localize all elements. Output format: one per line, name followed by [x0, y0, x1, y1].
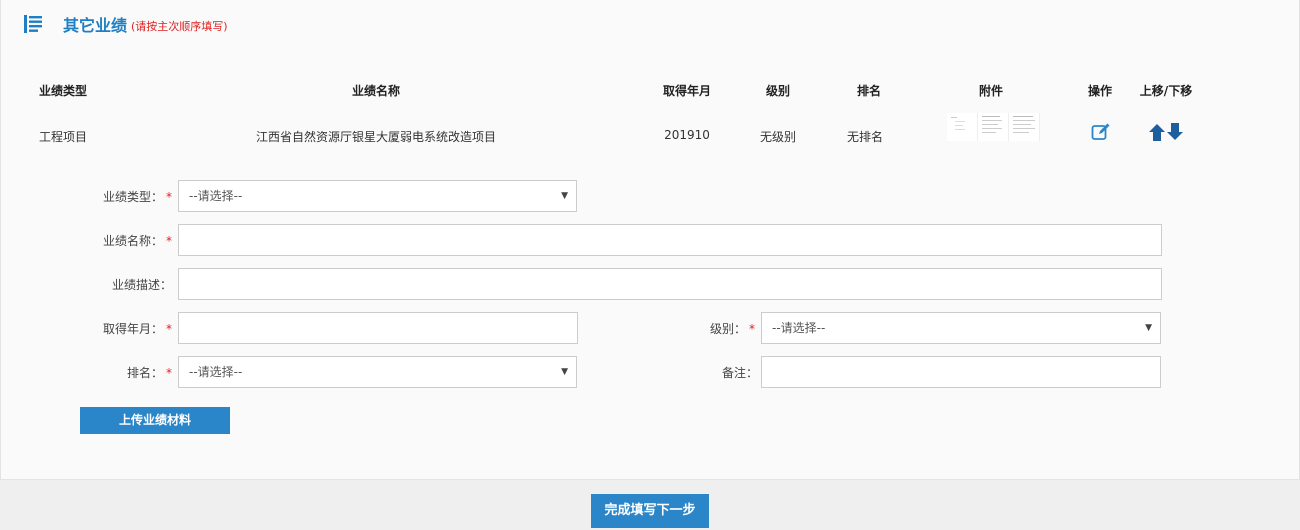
arrow-down-icon[interactable] — [1166, 121, 1184, 143]
attachment-thumbnails — [947, 113, 1040, 141]
row-rank: 无排名 — [846, 130, 884, 144]
dropdown-caret-icon: ▼ — [561, 191, 568, 201]
rank-label: 排名： * — [126, 366, 172, 380]
other-achievements-panel: 其它业绩 (请按主次顺序填写) 业绩类型 业绩名称 取得年月 级别 排名 附件 … — [0, 0, 1300, 480]
column-header-name: 业绩名称 — [351, 84, 401, 98]
date-label: 取得年月： * — [102, 322, 172, 336]
upload-materials-button[interactable]: 上传业绩材料 — [80, 407, 230, 434]
description-label: 业绩描述： — [111, 278, 172, 292]
move-buttons — [1148, 121, 1184, 143]
document-thumbnail[interactable] — [947, 113, 978, 141]
complete-next-button[interactable]: 完成填写下一步 — [591, 494, 709, 528]
dropdown-caret-icon: ▼ — [561, 367, 568, 377]
description-input[interactable] — [178, 268, 1162, 300]
column-header-attachment: 附件 — [978, 84, 1004, 98]
rank-select[interactable]: --请选择-- ▼ — [178, 356, 577, 388]
dropdown-caret-icon: ▼ — [1145, 323, 1152, 333]
remark-label: 备注： — [721, 366, 758, 380]
name-input[interactable] — [178, 224, 1162, 256]
document-thumbnail[interactable] — [1009, 113, 1040, 141]
row-date: 201910 — [664, 128, 710, 142]
level-label: 级别： * — [709, 322, 755, 336]
column-header-move: 上移/下移 — [1139, 84, 1193, 98]
document-thumbnail[interactable] — [978, 113, 1009, 141]
arrow-up-icon[interactable] — [1148, 121, 1166, 143]
name-label: 业绩名称： * — [102, 234, 172, 248]
section-note: (请按主次顺序填写) — [131, 19, 228, 33]
type-select[interactable]: --请选择-- ▼ — [178, 180, 577, 212]
list-icon — [24, 15, 42, 33]
column-header-level: 级别 — [765, 84, 791, 98]
column-header-rank: 排名 — [856, 84, 882, 98]
column-header-date: 取得年月 — [662, 84, 712, 98]
row-type: 工程项目 — [39, 130, 88, 144]
level-select[interactable]: --请选择-- ▼ — [761, 312, 1161, 344]
section-header: 其它业绩 (请按主次顺序填写) — [24, 12, 228, 36]
date-input[interactable] — [178, 312, 578, 344]
remark-input[interactable] — [761, 356, 1161, 388]
column-header-action: 操作 — [1087, 84, 1113, 98]
row-name: 江西省自然资源厅银星大厦弱电系统改造项目 — [255, 130, 497, 144]
edit-icon[interactable] — [1091, 122, 1111, 142]
column-header-type: 业绩类型 — [39, 84, 88, 98]
section-title: 其它业绩 — [63, 16, 128, 35]
row-level: 无级别 — [759, 130, 797, 144]
type-label: 业绩类型： * — [102, 190, 172, 204]
